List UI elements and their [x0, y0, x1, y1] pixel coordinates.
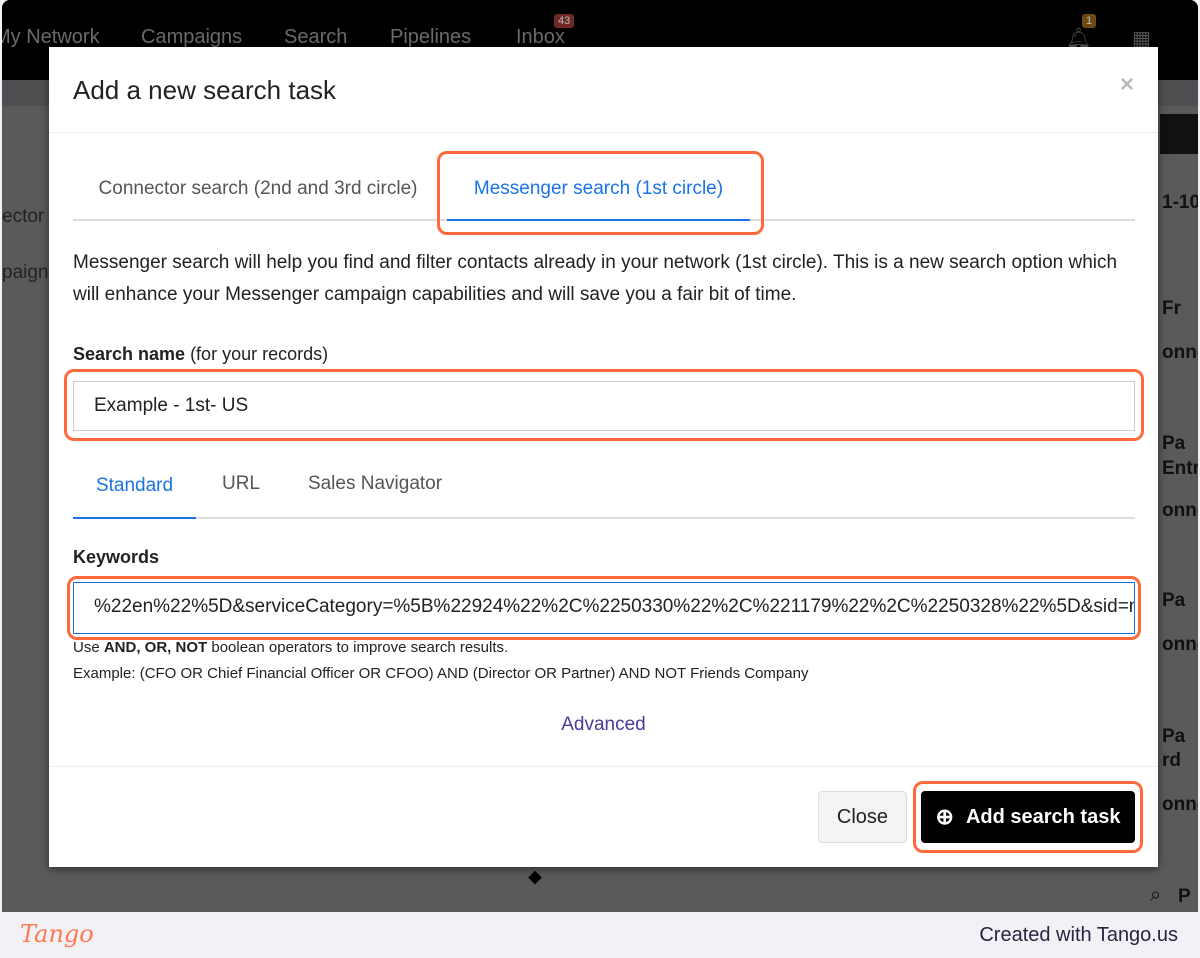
right-item: Pa [1162, 433, 1186, 454]
help-text: boolean operators to improve search resu… [207, 639, 509, 656]
inbox-badge: 43 [554, 14, 575, 28]
search-name-hint: (for your records) [185, 344, 329, 364]
tango-logo: Tango [20, 920, 94, 948]
tab-standard[interactable]: Standard [73, 473, 196, 519]
highlight-box [913, 781, 1143, 853]
tab-url[interactable]: URL [208, 473, 274, 519]
nav-my-network[interactable]: My Network [2, 26, 100, 49]
right-item: onne [1162, 342, 1198, 363]
left-item: paign [2, 262, 49, 283]
right-item: Pa [1162, 726, 1186, 747]
keyword-mode-tabs: Standard URL Sales Navigator [73, 465, 1135, 519]
right-item: Entre [1162, 458, 1198, 479]
right-item: P [1178, 886, 1191, 907]
right-item: onne [1162, 500, 1198, 521]
help-operators: AND, OR, NOT [103, 639, 208, 656]
modal-footer [49, 766, 1158, 767]
keywords-label: Keywords [73, 547, 160, 567]
close-icon[interactable]: × [1120, 71, 1134, 99]
right-dark-bar [1160, 114, 1198, 154]
help-text: Use [73, 639, 104, 656]
right-item: onne [1162, 794, 1198, 815]
description: Messenger search will help you find and … [73, 252, 1118, 305]
right-item: Pa [1162, 590, 1186, 611]
tab-sales-navigator[interactable]: Sales Navigator [295, 473, 455, 519]
example-text: Example: (CFO OR Chief Financial Officer… [73, 665, 809, 682]
tango-footer: Tango Created with Tango.us [0, 912, 1200, 958]
right-item: Fr [1162, 298, 1181, 319]
close-button[interactable]: Close [818, 791, 907, 843]
highlight-box [67, 576, 1141, 640]
notification-badge: 1 [1082, 14, 1097, 28]
highlight-box [437, 151, 764, 235]
search-icon: ⌕ [1150, 884, 1162, 906]
left-item: ector [2, 206, 45, 227]
advanced-link[interactable]: Advanced [49, 714, 1158, 736]
tab-connector-search[interactable]: Connector search (2nd and 3rd circle) [73, 178, 443, 221]
right-item: rd [1162, 750, 1181, 771]
modal-title: Add a new search task [73, 75, 337, 105]
add-search-task-modal: Add a new search task × Connector search… [49, 47, 1158, 867]
right-item: onne [1162, 634, 1198, 655]
nav-campaigns[interactable]: Campaigns [141, 26, 242, 49]
nav-search[interactable]: Search [284, 26, 347, 49]
nav-pipelines[interactable]: Pipelines [390, 26, 471, 49]
tag-icon: ⬥ [528, 866, 542, 888]
highlight-box [64, 369, 1144, 441]
tango-credit: Created with Tango.us [979, 924, 1178, 946]
nav-inbox[interactable]: Inbox [516, 26, 565, 49]
search-name-label: Search name [73, 344, 186, 364]
pagination-text: 1-10 [1162, 192, 1198, 213]
